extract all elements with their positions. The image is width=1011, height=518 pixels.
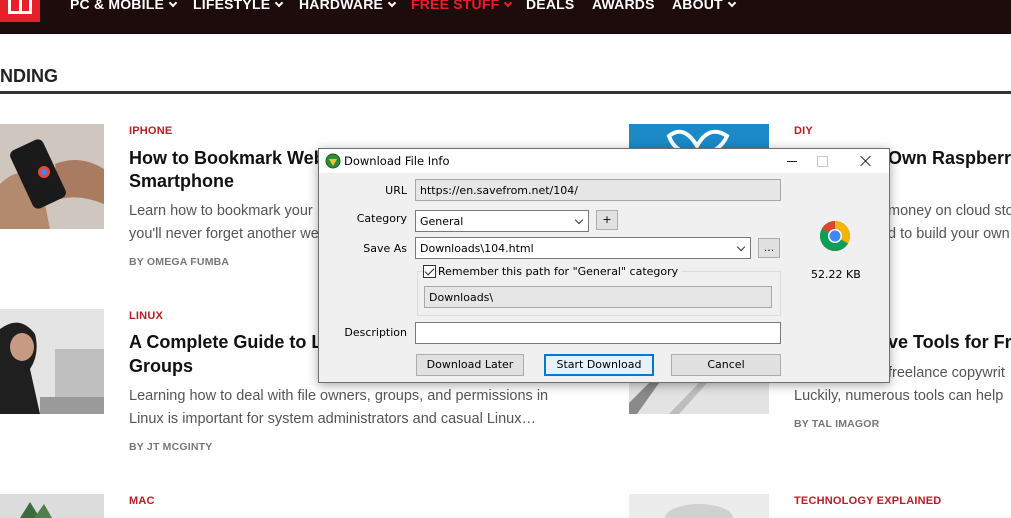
- section-title: NDING: [0, 66, 58, 86]
- start-download-button[interactable]: Start Download: [544, 354, 654, 376]
- article-title[interactable]: ve Tools for Fre: [888, 330, 1011, 354]
- article-byline[interactable]: BY JT MCGINTY: [129, 441, 213, 453]
- article-excerpt: Luckily, numerous tools can help: [794, 388, 1004, 404]
- article-byline[interactable]: BY OMEGA FUMBA: [129, 256, 229, 268]
- article-thumbnail-technology[interactable]: [629, 494, 769, 518]
- article-byline[interactable]: BY TAL IMAGOR: [794, 418, 879, 430]
- default-path-field: Downloads\: [424, 286, 772, 308]
- article-excerpt: d to build your own: [888, 226, 1010, 242]
- maximize-icon: [807, 149, 837, 173]
- idm-app-icon: [325, 153, 341, 169]
- save-as-label: Save As: [363, 242, 407, 255]
- description-label: Description: [344, 326, 407, 339]
- nav-item-awards[interactable]: AWARDS: [592, 0, 655, 12]
- article-title[interactable]: A Complete Guide to L: [129, 330, 322, 354]
- download-file-info-dialog: Download File Info URL https://en.savefr…: [318, 148, 890, 383]
- article-excerpt: Learning how to deal with file owners, g…: [129, 388, 549, 404]
- chevron-down-icon: [275, 0, 284, 8]
- nav-item-lifestyle[interactable]: LIFESTYLE: [193, 0, 284, 12]
- close-icon[interactable]: [851, 149, 881, 173]
- article-category[interactable]: LINUX: [129, 310, 163, 322]
- chevron-down-icon: [504, 0, 513, 8]
- top-navigation-bar: PC & MOBILE LIFESTYLE HARDWARE FREE STUF…: [0, 0, 1011, 34]
- dialog-title: Download File Info: [344, 154, 450, 168]
- remember-path-checkbox[interactable]: [423, 265, 436, 278]
- category-select[interactable]: General: [415, 210, 589, 232]
- url-field[interactable]: https://en.savefrom.net/104/: [415, 179, 781, 201]
- chevron-down-icon: [736, 242, 746, 252]
- dialog-titlebar[interactable]: Download File Info: [319, 149, 889, 173]
- article-excerpt: money on cloud sto: [888, 203, 1011, 219]
- chevron-down-icon: [168, 0, 178, 8]
- file-size: 52.22 KB: [811, 268, 861, 281]
- article-thumbnail-iphone[interactable]: [0, 124, 104, 229]
- article-category[interactable]: DIY: [794, 125, 813, 137]
- article-thumbnail-mac[interactable]: [0, 494, 104, 518]
- article-category[interactable]: IPHONE: [129, 125, 172, 137]
- article-excerpt: Learn how to bookmark your: [129, 203, 313, 219]
- chevron-down-icon: [727, 0, 737, 8]
- category-label: Category: [356, 212, 407, 225]
- article-category[interactable]: TECHNOLOGY EXPLAINED: [794, 495, 941, 507]
- nav-item-free-stuff[interactable]: FREE STUFF: [411, 0, 513, 12]
- nav-item-hardware[interactable]: HARDWARE: [299, 0, 397, 12]
- section-divider: [0, 91, 1011, 94]
- url-label: URL: [385, 184, 407, 197]
- download-later-button[interactable]: Download Later: [416, 354, 524, 376]
- add-category-button[interactable]: +: [596, 210, 618, 230]
- article-category[interactable]: MAC: [129, 495, 155, 507]
- article-thumbnail-tools[interactable]: [629, 383, 769, 414]
- site-logo[interactable]: [0, 0, 40, 22]
- description-input[interactable]: [415, 322, 781, 344]
- chevron-down-icon: [574, 215, 584, 225]
- cancel-button[interactable]: Cancel: [671, 354, 781, 376]
- browse-button[interactable]: ...: [758, 238, 780, 258]
- minimize-icon[interactable]: [777, 149, 807, 173]
- article-excerpt: you'll never forget another we: [129, 226, 319, 242]
- nav-item-pc-mobile[interactable]: PC & MOBILE: [70, 0, 178, 12]
- article-title[interactable]: Own Raspberry: [888, 146, 1011, 170]
- article-title[interactable]: Smartphone: [129, 169, 234, 193]
- article-title[interactable]: Groups: [129, 354, 193, 378]
- chevron-down-icon: [387, 0, 397, 8]
- chrome-icon: [819, 220, 851, 252]
- article-excerpt: Linux is important for system administra…: [129, 411, 536, 427]
- save-as-combo[interactable]: Downloads\104.html: [415, 237, 751, 259]
- nav-item-deals[interactable]: DEALS: [526, 0, 574, 12]
- article-thumbnail-linux[interactable]: [0, 309, 104, 414]
- article-excerpt: freelance copywrit: [888, 365, 1005, 381]
- article-title[interactable]: How to Bookmark Web: [129, 146, 325, 170]
- remember-path-label[interactable]: Remember this path for "General" categor…: [438, 265, 682, 278]
- nav-item-about[interactable]: ABOUT: [672, 0, 737, 12]
